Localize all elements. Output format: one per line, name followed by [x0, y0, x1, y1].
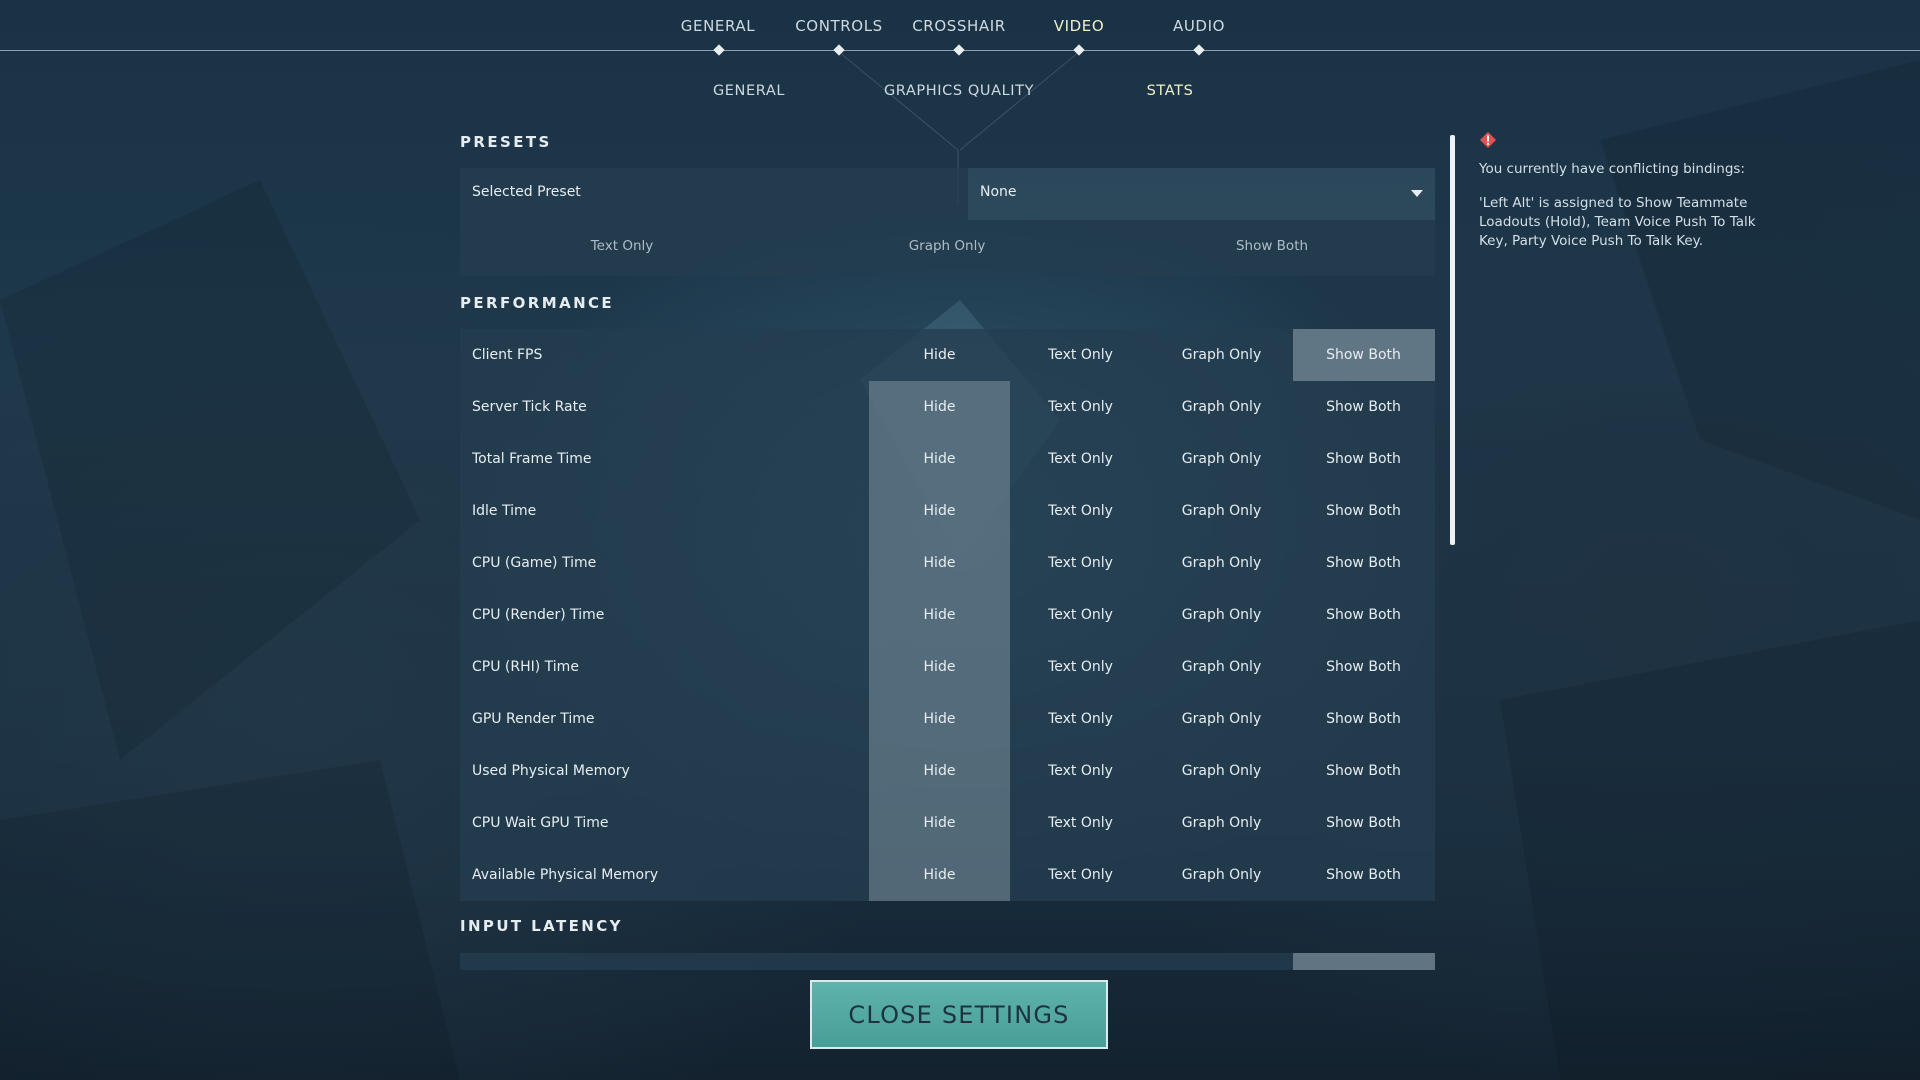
- option-text-only[interactable]: Text Only: [1010, 745, 1151, 797]
- option-show-both[interactable]: Show Both: [1293, 329, 1434, 381]
- option-graph-only[interactable]: Graph Only: [1151, 693, 1292, 745]
- table-row-used-physical-memory: Used Physical Memory Hide Text Only Grap…: [460, 745, 1435, 797]
- option-text-only[interactable]: Text Only: [1010, 381, 1151, 433]
- option-hide[interactable]: Hide: [869, 641, 1010, 693]
- table-row-available-physical-memory: Available Physical Memory Hide Text Only…: [460, 849, 1435, 901]
- option-show-both[interactable]: Show Both: [1293, 797, 1434, 849]
- option-graph-only[interactable]: Graph Only: [1151, 589, 1292, 641]
- row-label: CPU (RHI) Time: [472, 659, 579, 675]
- preset-option-show-both[interactable]: Show Both: [1236, 238, 1308, 254]
- option-graph-only[interactable]: Graph Only: [1151, 849, 1292, 901]
- table-row-server-tick-rate: Server Tick Rate Hide Text Only Graph On…: [460, 381, 1435, 433]
- option-graph-only[interactable]: Graph Only: [1151, 381, 1292, 433]
- option-text-only[interactable]: Text Only: [1010, 537, 1151, 589]
- option-graph-only[interactable]: Graph Only: [1151, 797, 1292, 849]
- option-graph-only[interactable]: Graph Only: [1151, 433, 1292, 485]
- row-label: Idle Time: [472, 503, 537, 519]
- option-hide[interactable]: Hide: [869, 433, 1010, 485]
- subtab-graphics-quality[interactable]: GRAPHICS QUALITY: [884, 83, 1034, 99]
- table-row-cpu-game-time: CPU (Game) Time Hide Text Only Graph Onl…: [460, 537, 1435, 589]
- option-show-both[interactable]: Show Both: [1293, 641, 1434, 693]
- option-text-only[interactable]: Text Only: [1010, 589, 1151, 641]
- option-graph-only[interactable]: Graph Only: [1151, 537, 1292, 589]
- option-hide[interactable]: Hide: [869, 329, 1010, 381]
- option-show-both[interactable]: Show Both: [1293, 589, 1434, 641]
- preset-dropdown-value: None: [980, 184, 1017, 200]
- option-text-only[interactable]: Text Only: [1010, 485, 1151, 537]
- option-hide[interactable]: Hide: [869, 745, 1010, 797]
- table-row-cpu-wait-gpu-time: CPU Wait GPU Time Hide Text Only Graph O…: [460, 797, 1435, 849]
- table-row-client-fps: Client FPS Hide Text Only Graph Only Sho…: [460, 329, 1435, 381]
- option-show-both[interactable]: Show Both: [1293, 849, 1434, 901]
- option-text-only[interactable]: Text Only: [1010, 797, 1151, 849]
- close-settings-button[interactable]: CLOSE SETTINGS: [810, 980, 1108, 1049]
- option-hide[interactable]: Hide: [869, 485, 1010, 537]
- row-label: GPU Render Time: [472, 711, 595, 727]
- conflict-title: You currently have conflicting bindings:: [1479, 161, 1745, 177]
- row-label: CPU (Game) Time: [472, 555, 597, 571]
- option-show-both[interactable]: Show Both: [1293, 381, 1434, 433]
- section-title-input-latency: INPUT LATENCY: [460, 917, 623, 935]
- option-show-both[interactable]: Show Both: [1293, 693, 1434, 745]
- option-graph-only[interactable]: Graph Only: [1151, 329, 1292, 381]
- option-show-both[interactable]: Show Both: [1293, 745, 1434, 797]
- option-text-only[interactable]: Text Only: [1010, 329, 1151, 381]
- preset-option-graph-only[interactable]: Graph Only: [909, 238, 986, 254]
- section-title-performance: PERFORMANCE: [460, 294, 615, 312]
- settings-content: PRESETS Selected Preset None Text Only G…: [460, 120, 1435, 970]
- table-row-total-frame-time: Total Frame Time Hide Text Only Graph On…: [460, 433, 1435, 485]
- subtab-stats[interactable]: STATS: [1147, 83, 1194, 99]
- row-label: CPU (Render) Time: [472, 607, 605, 623]
- option-text-only[interactable]: Text Only: [1010, 433, 1151, 485]
- subtab-general[interactable]: GENERAL: [713, 83, 785, 99]
- table-row-cpu-render-time: CPU (Render) Time Hide Text Only Graph O…: [460, 589, 1435, 641]
- option-show-both[interactable]: Show Both: [1293, 433, 1434, 485]
- preset-dropdown[interactable]: None: [968, 168, 1435, 220]
- table-row-cpu-rhi-time: CPU (RHI) Time Hide Text Only Graph Only…: [460, 641, 1435, 693]
- row-label: Total Frame Time: [472, 451, 592, 467]
- row-label: Available Physical Memory: [472, 867, 659, 883]
- option-text-only[interactable]: Text Only: [1010, 641, 1151, 693]
- table-row-gpu-render-time: GPU Render Time Hide Text Only Graph Onl…: [460, 693, 1435, 745]
- row-label: Used Physical Memory: [472, 763, 630, 779]
- option-hide[interactable]: Hide: [869, 589, 1010, 641]
- option-hide[interactable]: Hide: [869, 849, 1010, 901]
- option-hide[interactable]: Hide: [869, 537, 1010, 589]
- option-hide[interactable]: Hide: [869, 381, 1010, 433]
- option-hide[interactable]: Hide: [869, 797, 1010, 849]
- option-graph-only[interactable]: Graph Only: [1151, 745, 1292, 797]
- preset-option-text-only[interactable]: Text Only: [591, 238, 654, 254]
- show-both-selected-highlight: [1293, 953, 1435, 970]
- section-title-presets: PRESETS: [460, 133, 552, 151]
- row-label: Client FPS: [472, 347, 543, 363]
- option-show-both[interactable]: Show Both: [1293, 485, 1434, 537]
- table-row-idle-time: Idle Time Hide Text Only Graph Only Show…: [460, 485, 1435, 537]
- selected-preset-label: Selected Preset: [472, 184, 581, 200]
- performance-table: Client FPS Hide Text Only Graph Only Sho…: [460, 329, 1435, 901]
- option-graph-only[interactable]: Graph Only: [1151, 485, 1292, 537]
- warning-diamond-icon: [1480, 132, 1496, 148]
- preset-panel: Selected Preset None Text Only Graph Onl…: [460, 168, 1435, 276]
- option-hide[interactable]: Hide: [869, 693, 1010, 745]
- conflict-description: 'Left Alt' is assigned to Show Teammate …: [1479, 195, 1756, 249]
- option-show-both[interactable]: Show Both: [1293, 537, 1434, 589]
- option-graph-only[interactable]: Graph Only: [1151, 641, 1292, 693]
- row-label: Server Tick Rate: [472, 399, 587, 415]
- option-text-only[interactable]: Text Only: [1010, 849, 1151, 901]
- option-text-only[interactable]: Text Only: [1010, 693, 1151, 745]
- row-label: CPU Wait GPU Time: [472, 815, 609, 831]
- scrollbar-thumb[interactable]: [1450, 135, 1455, 545]
- chevron-down-icon: [1411, 190, 1423, 197]
- input-latency-table-partial: [460, 953, 1435, 970]
